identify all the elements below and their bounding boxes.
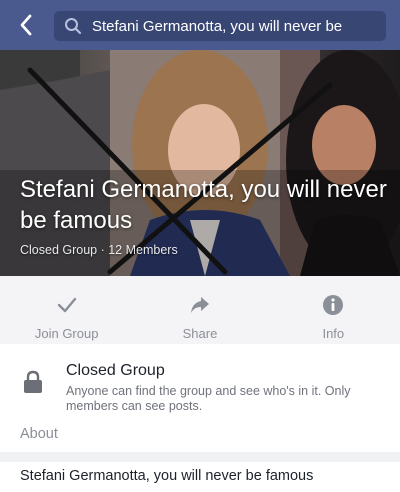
info-icon xyxy=(322,294,344,316)
about-text: Stefani Germanotta, you will never be fa… xyxy=(20,468,314,484)
share-button[interactable]: Share xyxy=(133,276,266,344)
group-title: Stefani Germanotta, you will never be fa… xyxy=(20,176,387,234)
share-label: Share xyxy=(182,326,218,341)
chevron-left-icon xyxy=(20,14,32,36)
top-navigation-bar: Stefani Germanotta, you will never be xyxy=(0,0,400,50)
join-group-button[interactable]: Join Group xyxy=(0,276,133,344)
section-divider xyxy=(0,452,400,462)
privacy-row: Closed Group Anyone can find the group a… xyxy=(0,360,400,420)
info-button[interactable]: Info xyxy=(267,276,400,344)
back-button[interactable] xyxy=(0,0,52,50)
group-actions-bar: Join Group Share Info xyxy=(0,276,400,344)
cover-photo[interactable]: Stefani Germanotta, you will never be fa… xyxy=(0,50,400,276)
group-meta: Closed Group · 12 Members xyxy=(20,243,178,257)
search-icon xyxy=(62,15,84,37)
about-heading: About xyxy=(20,426,58,442)
share-arrow-icon xyxy=(189,294,211,316)
search-query-text: Stefani Germanotta, you will never be xyxy=(92,17,343,35)
search-input[interactable]: Stefani Germanotta, you will never be xyxy=(54,11,386,41)
privacy-description: Anyone can find the group and see who's … xyxy=(66,384,351,413)
group-page: Stefani Germanotta, you will never be St… xyxy=(0,0,400,492)
checkmark-icon xyxy=(56,294,78,316)
lock-icon xyxy=(22,370,44,399)
privacy-title: Closed Group xyxy=(66,362,165,379)
join-group-label: Join Group xyxy=(34,326,99,341)
group-info-section: Closed Group Anyone can find the group a… xyxy=(0,344,400,492)
info-label: Info xyxy=(322,326,345,341)
